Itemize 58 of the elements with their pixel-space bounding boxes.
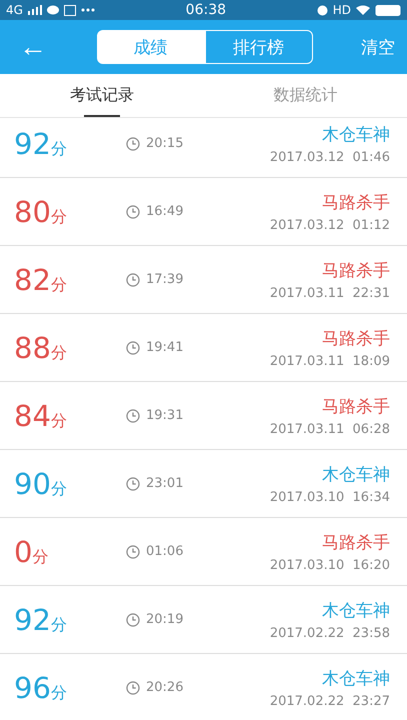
segment-tab[interactable]: 排行榜	[204, 30, 312, 64]
rank-title: 木仓车神	[322, 668, 390, 690]
more-icon	[80, 8, 95, 12]
exam-date: 2017.03.11 22:31	[270, 286, 390, 300]
tab[interactable]: 数据统计	[204, 74, 407, 117]
clock-icon	[126, 544, 140, 558]
score: 84分	[14, 398, 68, 432]
score: 82分	[14, 262, 68, 296]
exam-date: 2017.03.12 01:46	[270, 150, 390, 164]
rank-title: 马路杀手	[322, 396, 390, 418]
clock-icon	[126, 204, 140, 218]
clear-button[interactable]: 清空	[361, 36, 395, 58]
duration: 23:01	[146, 476, 184, 491]
exam-date: 2017.03.12 01:12	[270, 218, 390, 232]
exam-date: 2017.02.22 23:27	[270, 694, 390, 708]
clock-icon	[126, 680, 140, 694]
rank-title: 马路杀手	[322, 328, 390, 350]
segment-tab[interactable]: 成绩	[96, 30, 204, 64]
tab[interactable]: 考试记录	[0, 74, 204, 117]
duration: 19:31	[146, 408, 184, 423]
exam-date: 2017.03.11 06:28	[270, 422, 390, 436]
hd-label: HD	[332, 3, 351, 17]
clock-icon	[126, 612, 140, 626]
exam-date: 2017.03.10 16:20	[270, 558, 390, 572]
clock-icon	[126, 136, 140, 150]
rank-title: 马路杀手	[322, 532, 390, 554]
rank-title: 木仓车神	[322, 124, 390, 146]
wifi-icon	[356, 5, 370, 15]
rank-title: 马路杀手	[322, 192, 390, 214]
score: 92分	[14, 602, 68, 636]
status-time: 06:38	[184, 2, 228, 18]
back-button[interactable]: ←	[18, 33, 48, 61]
rank-title: 木仓车神	[322, 600, 390, 622]
score: 90分	[14, 466, 68, 500]
score: 88分	[14, 330, 68, 364]
network-label: 4G	[6, 3, 23, 17]
duration: 01:06	[146, 544, 184, 559]
duration: 19:41	[146, 340, 184, 355]
duration: 20:15	[146, 136, 184, 151]
signal-icon	[28, 5, 42, 15]
battery-icon	[375, 4, 401, 16]
score: 80分	[14, 194, 68, 228]
duration: 20:19	[146, 612, 184, 627]
duration: 20:26	[146, 680, 184, 695]
clock-icon	[126, 340, 140, 354]
duration: 16:49	[146, 204, 184, 219]
clock-icon	[126, 476, 140, 490]
score: 0分	[14, 534, 50, 568]
clock-icon	[126, 408, 140, 422]
rank-title: 马路杀手	[322, 260, 390, 282]
clock-icon	[126, 272, 140, 286]
exam-date: 2017.02.22 23:58	[270, 626, 390, 640]
score: 96分	[14, 670, 68, 704]
exam-date: 2017.03.11 18:09	[270, 354, 390, 368]
duration: 17:39	[146, 272, 184, 287]
rank-title: 木仓车神	[322, 464, 390, 486]
exam-date: 2017.03.10 16:34	[270, 490, 390, 504]
score: 92分	[14, 126, 68, 160]
